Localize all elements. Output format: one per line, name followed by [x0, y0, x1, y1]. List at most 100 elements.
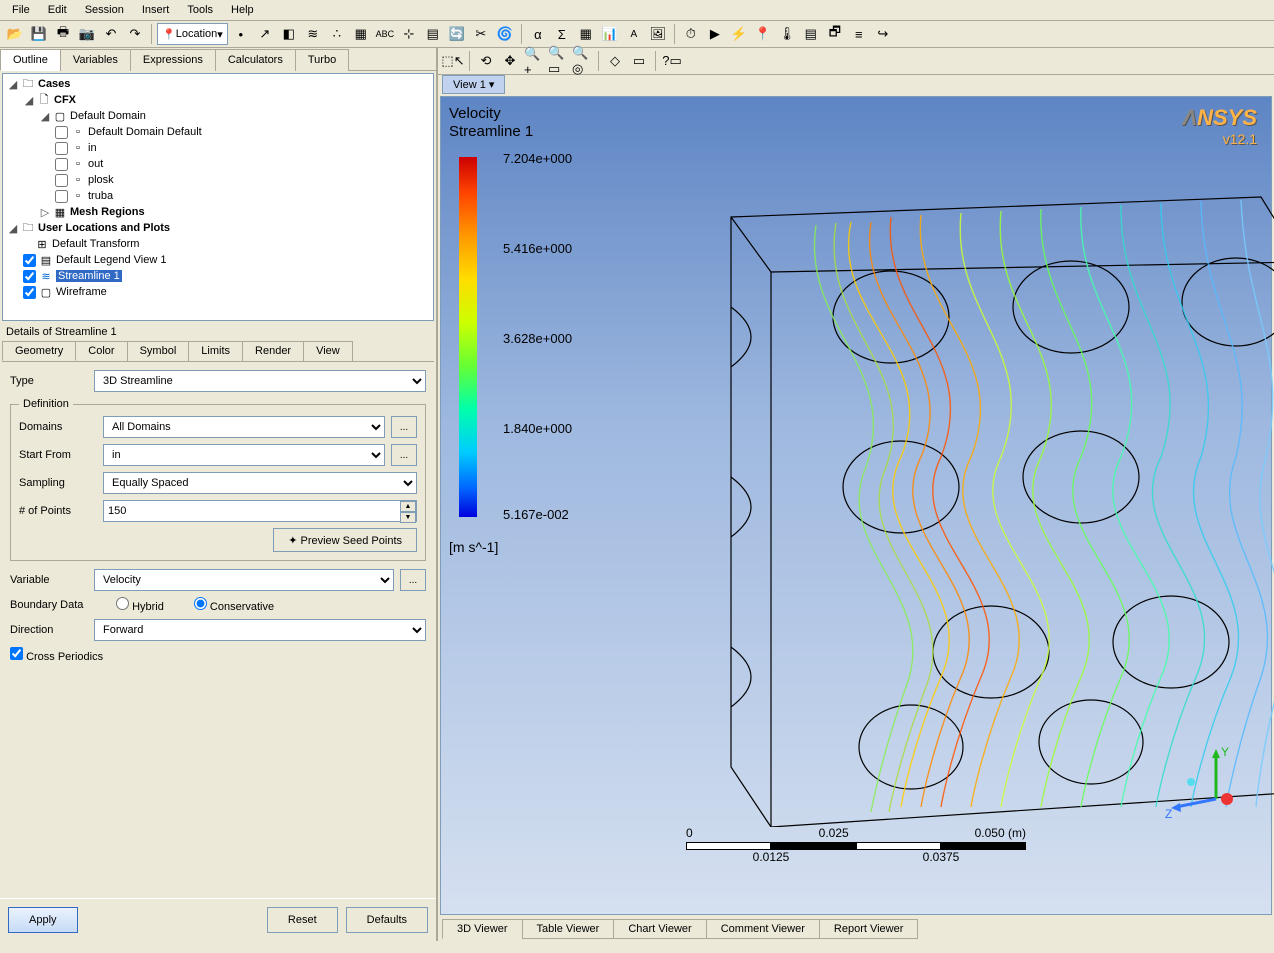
- point-icon[interactable]: •: [230, 23, 252, 45]
- expression-icon[interactable]: Σ: [551, 23, 573, 45]
- probe-icon[interactable]: 📍: [752, 23, 774, 45]
- outline-tree[interactable]: ◢🗀Cases ◢🗋CFX ◢▢Default Domain ▫Default …: [2, 73, 434, 321]
- domains-more-button[interactable]: ...: [391, 416, 417, 438]
- dtab-geometry[interactable]: Geometry: [2, 341, 76, 361]
- macro-icon[interactable]: ≡: [848, 23, 870, 45]
- vortex-icon[interactable]: 🌀: [494, 23, 516, 45]
- tab-variables[interactable]: Variables: [60, 49, 131, 71]
- reset-button[interactable]: Reset: [267, 907, 338, 933]
- clip-icon[interactable]: ✂: [470, 23, 492, 45]
- direction-select[interactable]: Forward: [94, 619, 426, 641]
- export-icon[interactable]: ↪: [872, 23, 894, 45]
- print-icon[interactable]: 🖶: [52, 23, 74, 45]
- 3d-viewport[interactable]: Velocity Streamline 1 7.204e+000 5.416e+…: [440, 96, 1272, 915]
- vector-icon[interactable]: ↗: [254, 23, 276, 45]
- tree-in[interactable]: ▫in: [5, 140, 431, 156]
- open-icon[interactable]: 📂: [4, 23, 26, 45]
- pan-icon[interactable]: ✥: [499, 50, 521, 72]
- npoints-input[interactable]: [103, 500, 417, 522]
- timer-icon[interactable]: ⏱: [680, 23, 702, 45]
- animate-icon[interactable]: ▶: [704, 23, 726, 45]
- cross-periodics-checkbox[interactable]: Cross Periodics: [10, 647, 103, 663]
- figure-icon[interactable]: 🖼: [647, 23, 669, 45]
- viewer-tab-table[interactable]: Table Viewer: [522, 919, 615, 939]
- text-icon[interactable]: ABC: [374, 23, 396, 45]
- undo-icon[interactable]: ↶: [100, 23, 122, 45]
- volume-icon[interactable]: ▦: [350, 23, 372, 45]
- dtab-color[interactable]: Color: [75, 341, 127, 361]
- rotate-icon[interactable]: ⟲: [475, 50, 497, 72]
- table-icon[interactable]: ▦: [575, 23, 597, 45]
- tree-mesh-regions[interactable]: ▷▦Mesh Regions: [5, 204, 431, 220]
- menu-help[interactable]: Help: [223, 2, 262, 18]
- menu-insert[interactable]: Insert: [134, 2, 178, 18]
- tree-cases[interactable]: ◢🗀Cases: [5, 76, 431, 92]
- type-select[interactable]: 3D Streamline: [94, 370, 426, 392]
- tree-wireframe[interactable]: ▢Wireframe: [5, 284, 431, 300]
- func-calc-icon[interactable]: 🗗: [824, 23, 846, 45]
- variable-icon[interactable]: α: [527, 23, 549, 45]
- view1-tab[interactable]: View 1 ▾: [442, 75, 505, 94]
- highlight-icon[interactable]: ◇: [604, 50, 626, 72]
- tree-plosk[interactable]: ▫plosk: [5, 172, 431, 188]
- tree-out[interactable]: ▫out: [5, 156, 431, 172]
- viewer-tab-report[interactable]: Report Viewer: [819, 919, 919, 939]
- select-icon[interactable]: ⬚↖: [442, 50, 464, 72]
- tree-streamline1[interactable]: ≋Streamline 1: [5, 268, 431, 284]
- quick-icon[interactable]: ⚡: [728, 23, 750, 45]
- region-icon[interactable]: ▭: [628, 50, 650, 72]
- legend-icon[interactable]: ▤: [422, 23, 444, 45]
- viewer-tab-comment[interactable]: Comment Viewer: [706, 919, 820, 939]
- dtab-view[interactable]: View: [303, 341, 353, 361]
- startfrom-more-button[interactable]: ...: [391, 444, 417, 466]
- tree-user-loc[interactable]: ◢🗀User Locations and Plots: [5, 220, 431, 236]
- sampling-select[interactable]: Equally Spaced: [103, 472, 417, 494]
- variable-more-button[interactable]: ...: [400, 569, 426, 591]
- coord-icon[interactable]: ⊹: [398, 23, 420, 45]
- viewer-tab-chart[interactable]: Chart Viewer: [613, 919, 706, 939]
- fit-icon[interactable]: 🔍◎: [571, 50, 593, 72]
- particle-icon[interactable]: ∴: [326, 23, 348, 45]
- dtab-render[interactable]: Render: [242, 341, 304, 361]
- menu-session[interactable]: Session: [77, 2, 132, 18]
- tab-outline[interactable]: Outline: [0, 49, 61, 71]
- zoom-in-icon[interactable]: 🔍+: [523, 50, 545, 72]
- tree-truba[interactable]: ▫truba: [5, 188, 431, 204]
- instance-icon[interactable]: 🔄: [446, 23, 468, 45]
- tree-dd-default[interactable]: ▫Default Domain Default: [5, 124, 431, 140]
- tab-expressions[interactable]: Expressions: [130, 49, 216, 71]
- defaults-button[interactable]: Defaults: [346, 907, 428, 933]
- zoom-box-icon[interactable]: 🔍▭: [547, 50, 569, 72]
- chart-icon[interactable]: 📊: [599, 23, 621, 45]
- dtab-symbol[interactable]: Symbol: [127, 341, 190, 361]
- streamline-icon[interactable]: ≋: [302, 23, 324, 45]
- turbo-icon[interactable]: 🌡: [776, 23, 798, 45]
- snapshot-icon[interactable]: 📷: [76, 23, 98, 45]
- tree-cfx[interactable]: ◢🗋CFX: [5, 92, 431, 108]
- tab-turbo[interactable]: Turbo: [295, 49, 349, 71]
- menu-file[interactable]: File: [4, 2, 38, 18]
- save-icon[interactable]: 💾: [28, 23, 50, 45]
- dtab-limits[interactable]: Limits: [188, 341, 243, 361]
- menu-tools[interactable]: Tools: [179, 2, 221, 18]
- domains-select[interactable]: All Domains: [103, 416, 385, 438]
- viewer-tab-3d[interactable]: 3D Viewer: [442, 919, 523, 939]
- help-icon[interactable]: ?▭: [661, 50, 683, 72]
- tree-default-domain[interactable]: ◢▢Default Domain: [5, 108, 431, 124]
- location-dropdown[interactable]: 📍Location▾: [157, 23, 228, 45]
- tree-default-legend[interactable]: ▤Default Legend View 1: [5, 252, 431, 268]
- redo-icon[interactable]: ↷: [124, 23, 146, 45]
- hybrid-radio[interactable]: Hybrid: [116, 597, 164, 613]
- variable-select[interactable]: Velocity: [94, 569, 394, 591]
- mesh-calc-icon[interactable]: ▤: [800, 23, 822, 45]
- contour-icon[interactable]: ◧: [278, 23, 300, 45]
- tree-default-transform[interactable]: ⊞Default Transform: [5, 236, 431, 252]
- startfrom-select[interactable]: in: [103, 444, 385, 466]
- menu-edit[interactable]: Edit: [40, 2, 75, 18]
- preview-seed-button[interactable]: ✦ Preview Seed Points: [273, 528, 417, 552]
- comment-icon[interactable]: A: [623, 23, 645, 45]
- npoints-spinner[interactable]: ▲▼: [400, 501, 416, 521]
- conservative-radio[interactable]: Conservative: [194, 597, 274, 613]
- tab-calculators[interactable]: Calculators: [215, 49, 296, 71]
- apply-button[interactable]: Apply: [8, 907, 78, 933]
